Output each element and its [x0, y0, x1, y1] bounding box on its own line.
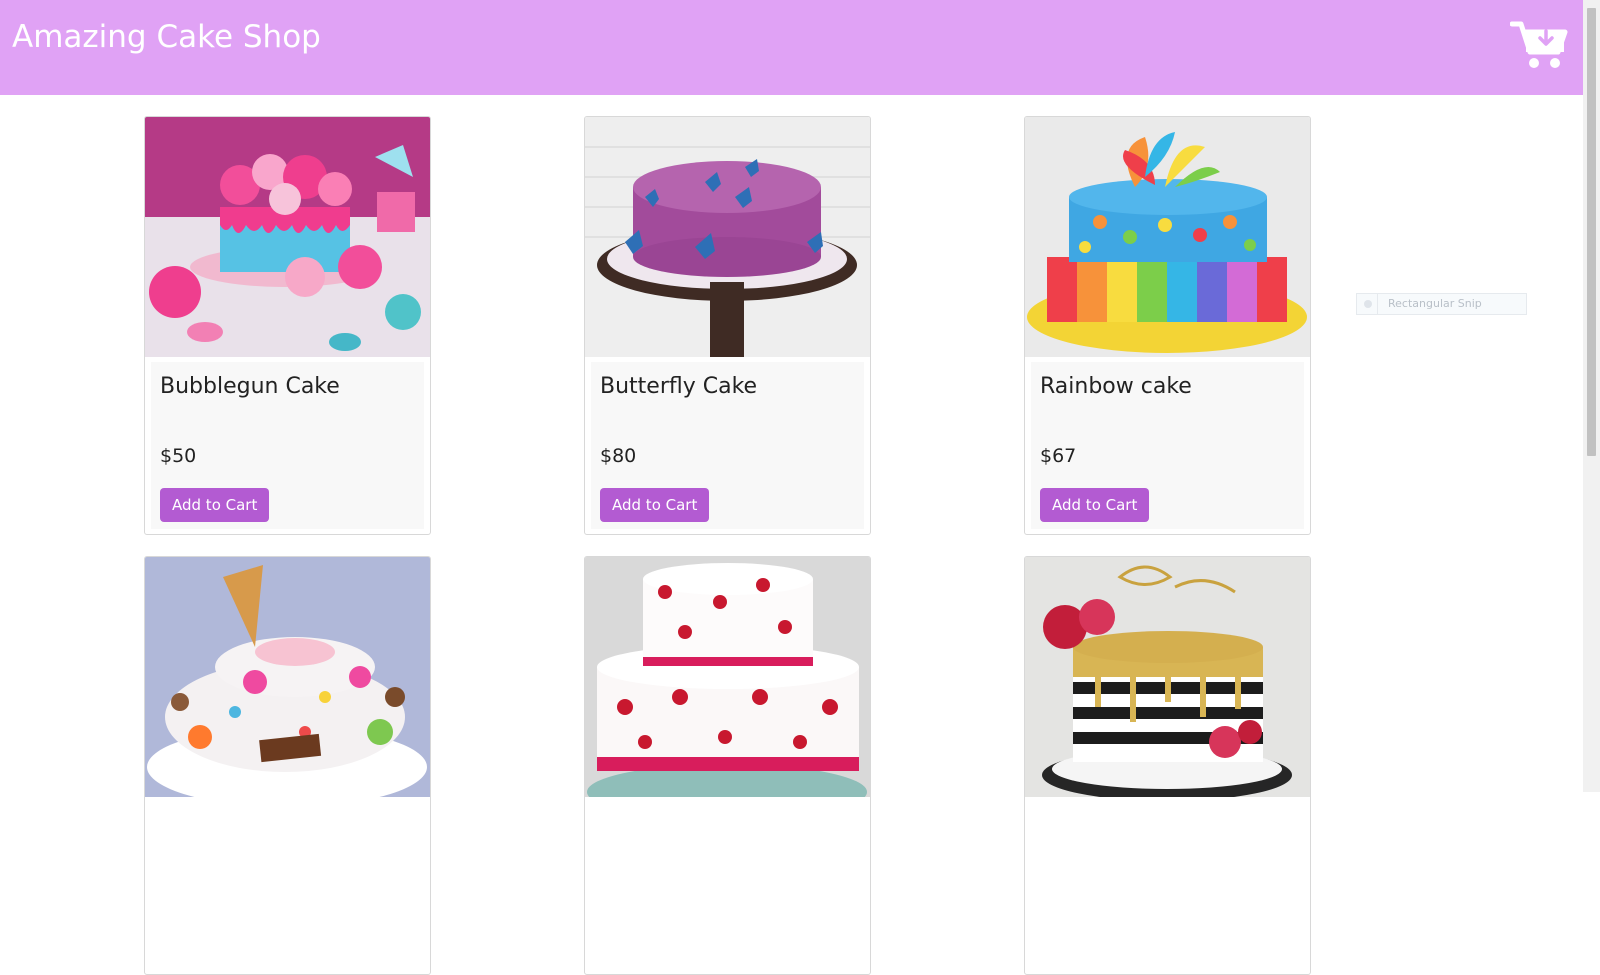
cake-image	[145, 117, 430, 357]
scrollbar-thumb[interactable]	[1587, 8, 1596, 456]
cake-image	[585, 117, 870, 357]
product-card: Rainbow cake $67 Add to Cart	[1024, 116, 1311, 535]
product-card: Bubblegun Cake $50 Add to Cart	[144, 116, 431, 535]
card-body: Rainbow cake $67 Add to Cart	[1031, 362, 1304, 529]
add-to-cart-button[interactable]: Add to Cart	[1040, 488, 1150, 522]
rectangular-snip-tooltip: Rectangular Snip	[1356, 293, 1527, 315]
product-price: $50	[160, 445, 197, 467]
snip-label: Rectangular Snip	[1388, 297, 1482, 310]
product-price: $80	[600, 445, 637, 467]
top-navbar: Amazing Cake Shop	[0, 0, 1583, 95]
cake-image	[1025, 557, 1310, 797]
page-scrollbar[interactable]	[1583, 0, 1600, 792]
shop-title[interactable]: Amazing Cake Shop	[12, 19, 321, 55]
product-card	[584, 556, 871, 975]
product-card	[1024, 556, 1311, 975]
cake-image	[145, 557, 430, 797]
cake-image	[585, 557, 870, 797]
card-body: Bubblegun Cake $50 Add to Cart	[151, 362, 424, 529]
product-price: $67	[1040, 445, 1077, 467]
add-to-cart-button[interactable]: Add to Cart	[160, 488, 270, 522]
product-name: Butterfly Cake	[600, 374, 758, 399]
cart-download-icon[interactable]	[1509, 18, 1570, 72]
cake-image	[1025, 117, 1310, 357]
product-card: Butterfly Cake $80 Add to Cart	[584, 116, 871, 535]
product-name: Rainbow cake	[1040, 374, 1192, 399]
snip-icon	[1364, 300, 1372, 308]
product-card	[144, 556, 431, 975]
card-body: Butterfly Cake $80 Add to Cart	[591, 362, 864, 529]
divider	[1377, 294, 1378, 314]
product-name: Bubblegun Cake	[160, 374, 340, 399]
add-to-cart-button[interactable]: Add to Cart	[600, 488, 710, 522]
